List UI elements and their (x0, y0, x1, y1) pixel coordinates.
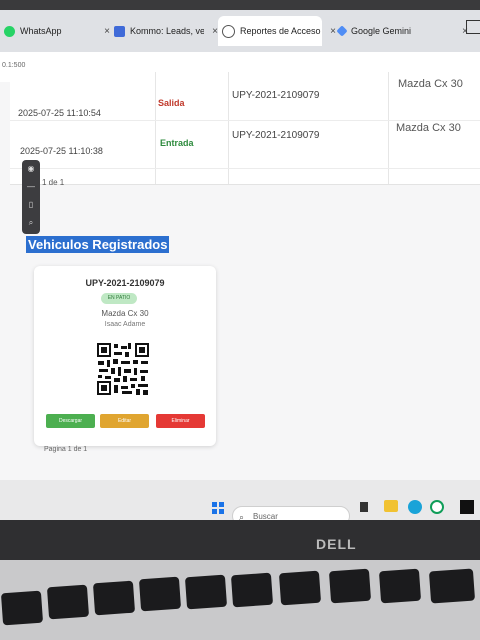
keyboard-key (138, 576, 182, 612)
keyboard-key (184, 574, 228, 610)
row-type: Entrada (160, 138, 194, 148)
status-badge: EN PATIO (101, 293, 137, 304)
url-fragment: 0.1:500 (2, 62, 26, 69)
keyboard-key (92, 580, 136, 616)
table-pagination: 1 de 1 (42, 178, 65, 187)
laptop-keyboard (0, 560, 480, 640)
search-icon[interactable]: ⌕ (22, 214, 40, 232)
keyboard-key (328, 568, 372, 604)
tab-whatsapp[interactable]: WhatsApp × (4, 16, 110, 46)
app-icon[interactable] (460, 500, 474, 514)
tab-kommo[interactable]: Kommo: Leads, ventas × (114, 16, 218, 46)
keyboard-key (378, 568, 422, 604)
edge-icon[interactable] (408, 500, 422, 514)
section-title: Vehiculos Registrados (26, 236, 170, 253)
tab-label: Google Gemini (351, 26, 412, 36)
edit-button[interactable]: Editar (100, 414, 149, 428)
row-datetime: 2025-07-25 11:10:54 (18, 108, 101, 118)
table-row[interactable]: 2025-07-25 11:10:38 Entrada UPY-2021-210… (10, 120, 480, 169)
vehicle-model: Mazda Cx 30 (101, 309, 149, 318)
tab-label: Reportes de Acceso (240, 26, 321, 36)
dell-logo: DELL (316, 536, 357, 552)
vehicles-pagination: Pagina 1 de 1 (44, 446, 88, 453)
keyboard-key (428, 568, 476, 604)
browser-tab-bar: WhatsApp × Kommo: Leads, ventas × Report… (0, 10, 480, 52)
tab-reportes-de-acceso[interactable]: Reportes de Acceso × (218, 16, 336, 46)
whatsapp-icon (4, 25, 15, 37)
copy-icon[interactable]: ▯ (22, 196, 40, 214)
floating-toolbar: ◉ — ▯ ⌕ (22, 160, 40, 234)
tab-label: WhatsApp (20, 26, 62, 36)
keyboard-key (278, 570, 322, 606)
task-view-icon[interactable] (360, 502, 368, 512)
minus-icon[interactable]: — (22, 178, 40, 196)
file-explorer-icon[interactable] (384, 500, 398, 512)
row-type: Salida (158, 98, 185, 108)
windows-start-icon[interactable] (212, 502, 224, 514)
table-row[interactable]: 2025-07-25 11:10:54 Salida UPY-2021-2109… (10, 72, 480, 121)
globe-icon (222, 24, 235, 38)
gemini-icon (336, 25, 348, 37)
row-model: Mazda Cx 30 (396, 122, 461, 134)
vehicle-owner: Isaac Adame (104, 321, 146, 328)
close-icon[interactable]: × (330, 26, 336, 37)
access-table: 2025-07-25 11:10:54 Salida UPY-2021-2109… (10, 72, 480, 185)
qr-code-icon (96, 342, 150, 396)
delete-button[interactable]: Eliminar (156, 414, 205, 428)
vehicle-plate: UPY-2021-2109079 (85, 278, 165, 288)
window-icon[interactable] (466, 20, 480, 34)
row-plate: UPY-2021-2109079 (232, 90, 320, 101)
tab-label: Kommo: Leads, ventas (130, 26, 204, 36)
download-button[interactable]: Descargar (46, 414, 95, 428)
tab-google-gemini[interactable]: Google Gemini × (336, 16, 468, 46)
keyboard-key (230, 572, 274, 608)
chrome-icon[interactable] (430, 500, 444, 514)
keyboard-key (0, 590, 44, 626)
keyboard-key (46, 584, 90, 620)
vehicle-card: UPY-2021-2109079 EN PATIO Mazda Cx 30 Is… (34, 266, 216, 446)
eye-icon[interactable]: ◉ (22, 160, 40, 178)
row-plate: UPY-2021-2109079 (232, 130, 320, 141)
close-icon[interactable]: × (104, 26, 110, 37)
row-datetime: 2025-07-25 11:10:38 (20, 146, 103, 156)
kommo-icon (114, 25, 125, 37)
row-model: Mazda Cx 30 (398, 78, 463, 90)
